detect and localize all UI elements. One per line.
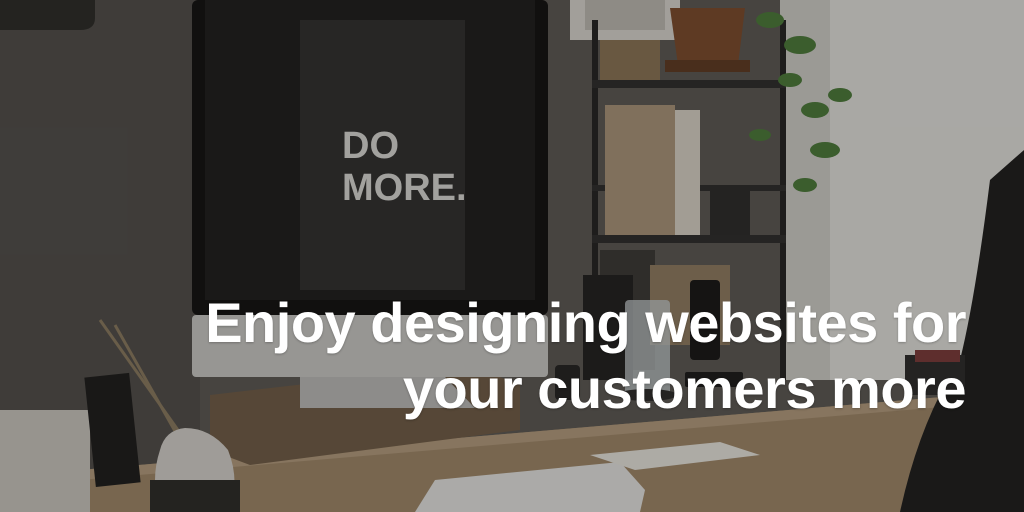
headline-line-2: your customers more [402, 357, 967, 420]
headline-line-1: Enjoy designing websites for [205, 291, 966, 354]
dark-overlay [0, 0, 1024, 512]
hero-banner: DO MORE. Enjoy designing websites for yo… [0, 0, 1024, 512]
hero-headline: Enjoy designing websites for your custom… [66, 290, 966, 422]
